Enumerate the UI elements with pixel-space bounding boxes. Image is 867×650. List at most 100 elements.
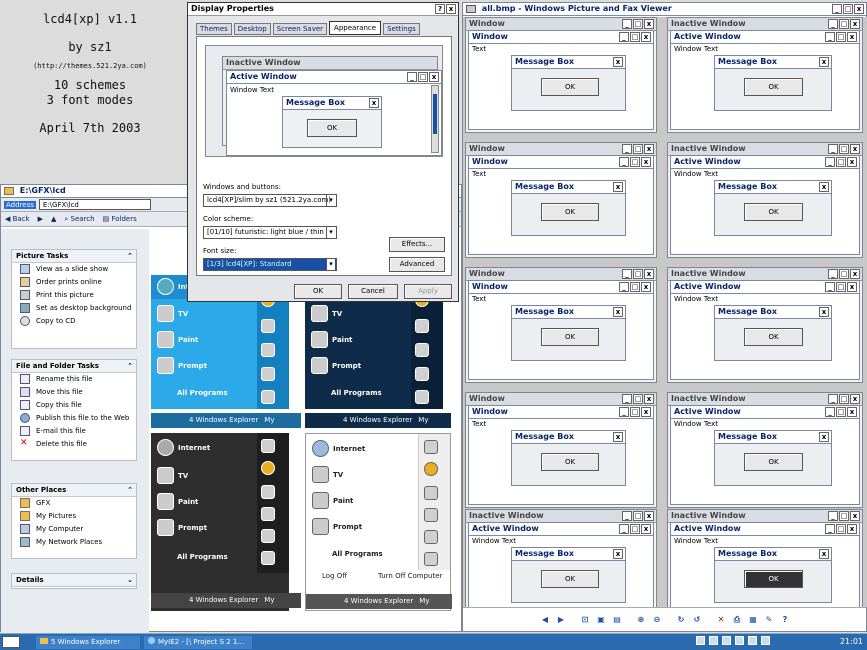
sm-prompt[interactable]: Prompt — [311, 357, 361, 374]
gear-icon[interactable] — [261, 461, 275, 475]
close-icon[interactable]: x — [854, 4, 864, 14]
slideshow-icon[interactable]: ▤ — [611, 614, 623, 626]
rotate-ccw-icon[interactable]: ↺ — [691, 614, 703, 626]
search-icon[interactable] — [261, 551, 275, 565]
sm-prompt[interactable]: Prompt — [157, 357, 207, 374]
color-scheme-select[interactable]: [01/10] futuristic: light blue / thin ▾ — [203, 226, 337, 239]
place-my-computer[interactable]: My Computer — [12, 523, 136, 536]
tray-icon-5[interactable] — [748, 636, 757, 645]
sm-log-off[interactable]: Log Off — [322, 572, 347, 580]
sm-all-programs[interactable]: All Programs — [177, 389, 228, 397]
sm-tv[interactable]: TV — [157, 305, 188, 322]
font-size-select[interactable]: [1/3] lcd4[XP]: Standard ▾ — [203, 258, 337, 271]
search-button[interactable]: ⌕ Search — [64, 215, 94, 224]
drive-icon[interactable] — [415, 367, 429, 381]
help-icon[interactable] — [261, 529, 275, 543]
up-button[interactable]: ▲ — [51, 215, 56, 223]
forward-button[interactable]: ▶ — [38, 215, 43, 223]
help-icon[interactable]: ? — [779, 614, 791, 626]
sm-prompt[interactable]: Prompt — [157, 519, 207, 536]
tab-desktop[interactable]: Desktop — [233, 23, 271, 35]
tab-settings[interactable]: Settings — [383, 23, 420, 35]
rotate-cw-icon[interactable]: ↻ — [675, 614, 687, 626]
apply-button[interactable]: Apply — [404, 284, 452, 299]
task-email[interactable]: E-mail this file — [12, 425, 136, 438]
place-my-pictures[interactable]: My Pictures — [12, 510, 136, 523]
zoom-in-icon[interactable]: ⊕ — [635, 614, 647, 626]
help-icon[interactable] — [415, 390, 429, 404]
save-icon[interactable]: ▦ — [747, 614, 759, 626]
drive-icon[interactable] — [261, 367, 275, 381]
details-header[interactable]: Details ⌄ — [12, 574, 136, 587]
settings-icon[interactable] — [261, 343, 275, 357]
tray-icon-2[interactable] — [709, 636, 718, 645]
help-icon[interactable] — [424, 530, 438, 544]
settings-icon[interactable] — [415, 343, 429, 357]
tray-icon-3[interactable] — [722, 636, 731, 645]
maximize-icon[interactable]: □ — [843, 4, 853, 14]
folder-icon[interactable] — [261, 439, 275, 453]
sm-prompt[interactable]: Prompt — [312, 518, 362, 535]
windows-buttons-select[interactable]: lcd4[XP]/slim by sz1 (521.2ya.com) ▾ — [203, 194, 337, 207]
start-button[interactable] — [2, 636, 20, 648]
ok-button[interactable]: OK — [294, 284, 342, 299]
taskbar-item-myie[interactable]: MyIE2 - [\ Project S 2 1... — [144, 636, 252, 649]
effects-button[interactable]: Effects... — [389, 237, 445, 252]
print-icon[interactable]: ⎙ — [731, 614, 743, 626]
taskbar-item-explorer[interactable]: 5 Windows Explorer — [36, 636, 140, 649]
dialog-titlebar[interactable]: Display Properties ? x — [188, 3, 458, 16]
sm-internet[interactable]: Internet — [157, 439, 210, 456]
cancel-button[interactable]: Cancel — [348, 284, 398, 299]
help-button[interactable]: ? — [435, 4, 445, 14]
place-network[interactable]: My Network Places — [12, 536, 136, 549]
task-order-prints[interactable]: Order prints online — [12, 276, 136, 289]
volume-icon[interactable] — [761, 636, 770, 645]
actual-size-icon[interactable]: ▣ — [595, 614, 607, 626]
folders-button[interactable]: ▤ Folders — [103, 215, 137, 223]
best-fit-icon[interactable]: ⊡ — [579, 614, 591, 626]
sm-paint[interactable]: Paint — [312, 492, 353, 509]
help-icon[interactable] — [261, 390, 275, 404]
task-print[interactable]: Print this picture — [12, 289, 136, 302]
task-copy[interactable]: Copy this file — [12, 399, 136, 412]
viewer-titlebar[interactable]: all.bmp - Windows Picture and Fax Viewer… — [463, 3, 866, 16]
folder-icon[interactable] — [415, 319, 429, 333]
minimize-icon[interactable]: _ — [832, 4, 842, 14]
settings-icon[interactable] — [424, 486, 438, 500]
sm-internet[interactable]: Internet — [312, 440, 365, 457]
settings-icon[interactable] — [261, 485, 275, 499]
sm-tv[interactable]: TV — [157, 467, 188, 484]
close-button[interactable]: x — [446, 4, 456, 14]
picture-tasks-header[interactable]: Picture Tasks ⌃ — [12, 250, 136, 263]
drive-icon[interactable] — [424, 508, 438, 522]
previous-image-icon[interactable]: ◀ — [539, 614, 551, 626]
task-slideshow[interactable]: View as a slide show — [12, 263, 136, 276]
next-image-icon[interactable]: ▶ — [555, 614, 567, 626]
edit-icon[interactable]: ✎ — [763, 614, 775, 626]
other-places-header[interactable]: Other Places ⌃ — [12, 484, 136, 497]
sm-paint[interactable]: Paint — [157, 331, 198, 348]
sm-paint[interactable]: Paint — [157, 493, 198, 510]
drive-icon[interactable] — [261, 507, 275, 521]
delete-icon[interactable]: ✕ — [715, 614, 727, 626]
sm-tv[interactable]: TV — [312, 466, 343, 483]
task-set-background[interactable]: Set as desktop background — [12, 302, 136, 315]
folder-icon[interactable] — [424, 440, 438, 454]
file-tasks-header[interactable]: File and Folder Tasks ⌃ — [12, 360, 136, 373]
task-rename[interactable]: Rename this file — [12, 373, 136, 386]
place-gfx[interactable]: GFX — [12, 497, 136, 510]
back-button[interactable]: ◀ Back — [5, 215, 30, 223]
tab-screen-saver[interactable]: Screen Saver — [272, 23, 328, 35]
sm-turn-off[interactable]: Turn Off Computer — [378, 572, 442, 580]
task-move[interactable]: Move this file — [12, 386, 136, 399]
sm-all-programs[interactable]: All Programs — [177, 553, 228, 561]
tray-icon-1[interactable] — [696, 636, 705, 645]
advanced-button[interactable]: Advanced — [389, 257, 445, 272]
search-icon[interactable] — [424, 552, 438, 566]
sm-all-programs[interactable]: All Programs — [331, 389, 382, 397]
gear-icon[interactable] — [424, 462, 438, 476]
task-delete[interactable]: ✕ Delete this file — [12, 438, 136, 451]
folder-icon[interactable] — [261, 319, 275, 333]
sm-all-programs[interactable]: All Programs — [332, 550, 383, 558]
task-copy-cd[interactable]: Copy to CD — [12, 315, 136, 328]
